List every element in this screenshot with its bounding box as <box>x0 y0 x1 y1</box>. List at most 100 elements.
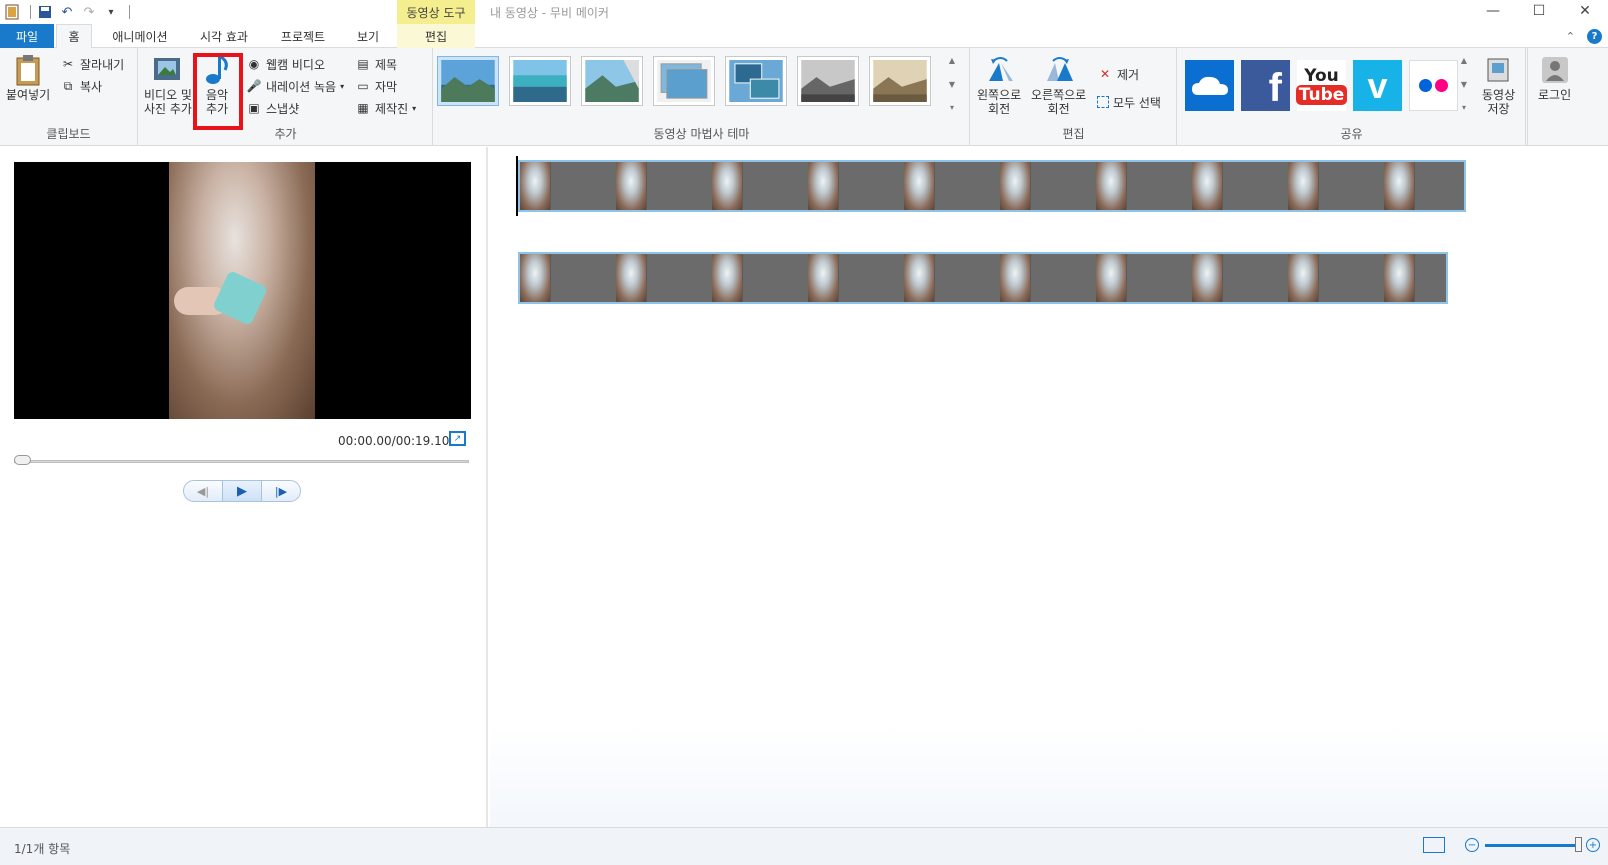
clip-frame <box>712 162 808 210</box>
redo-icon[interactable]: ↷ <box>81 4 97 20</box>
youtube-icon[interactable]: You Tube <box>1295 60 1348 111</box>
add-video-line1: 비디오 및 <box>144 88 192 102</box>
previous-frame-icon[interactable]: ◀| <box>184 481 222 501</box>
seek-bar[interactable] <box>14 460 469 463</box>
zoom-out-icon[interactable]: − <box>1465 838 1479 852</box>
tab-visual-effects[interactable]: 시각 효과 <box>188 24 260 48</box>
frame-thumbnail <box>712 254 742 302</box>
customize-qat-icon[interactable]: ▾ <box>103 4 119 20</box>
frame-spacer <box>838 254 904 302</box>
tab-animation[interactable]: 애니메이션 <box>100 24 180 48</box>
clip-frame <box>904 254 1000 302</box>
tab-project[interactable]: 프로젝트 <box>268 24 338 48</box>
youtube-text-bottom: Tube <box>1295 84 1348 105</box>
theme-thumbnail[interactable] <box>437 56 499 106</box>
rotate-right-line1: 오른쪽으로 <box>1031 88 1087 102</box>
video-clip-track[interactable] <box>518 160 1466 212</box>
share-more-icon[interactable]: ▾ <box>1462 103 1466 112</box>
tab-home[interactable]: 홈 <box>56 24 92 49</box>
minimize-icon[interactable]: — <box>1470 0 1516 22</box>
credits-label: 제작진 <box>375 101 409 116</box>
fullscreen-icon[interactable]: ↗ <box>449 431 466 446</box>
app-film-icon[interactable] <box>4 4 20 20</box>
login-button[interactable]: 로그인 <box>1538 54 1571 102</box>
onedrive-icon[interactable] <box>1185 60 1234 111</box>
record-narration-button[interactable]: 🎤 내레이션 녹음 ▾ <box>246 76 345 96</box>
clip-frame <box>616 254 712 302</box>
theme-thumbnail[interactable] <box>797 56 859 106</box>
seek-thumb[interactable] <box>14 455 31 465</box>
snapshot-button[interactable]: ▣ 스냅샷 <box>246 98 299 118</box>
group-clipboard: 붙여넣기 ✂ 잘라내기 ⧉ 복사 클립보드 <box>0 48 138 146</box>
theme-thumbnail[interactable] <box>653 56 715 106</box>
remove-button[interactable]: ✕ 제거 <box>1097 64 1139 84</box>
zoom-slider[interactable] <box>1485 836 1582 852</box>
frame-spacer <box>1030 162 1096 210</box>
theme-thumbnail[interactable] <box>869 56 931 106</box>
zoom-thumb[interactable] <box>1575 836 1582 852</box>
frame-spacer <box>1414 162 1464 210</box>
theme-thumbnail[interactable] <box>509 56 571 106</box>
title-label: 제목 <box>375 57 398 72</box>
vimeo-icon[interactable]: v <box>1353 60 1402 111</box>
collapse-ribbon-icon[interactable]: ⌃ <box>1566 30 1575 43</box>
flickr-pink-dot <box>1435 79 1448 92</box>
youtube-text-top: You <box>1304 65 1339 86</box>
undo-icon[interactable]: ↶ <box>59 4 75 20</box>
frame-thumbnail <box>1288 254 1318 302</box>
save-icon[interactable] <box>37 4 53 20</box>
theme-thumbnail[interactable] <box>725 56 787 106</box>
cut-button[interactable]: ✂ 잘라내기 <box>60 54 124 74</box>
tab-view[interactable]: 보기 <box>346 24 390 48</box>
save-movie-line2: 저장 <box>1487 102 1510 116</box>
tab-edit[interactable]: 편집 <box>397 24 475 48</box>
clip-frame <box>712 254 808 302</box>
play-icon[interactable]: ▶ <box>222 481 262 501</box>
video-preview[interactable] <box>14 162 471 419</box>
group-label: 공유 <box>1340 127 1363 141</box>
group-editing: 왼쪽으로 회전 오른쪽으로 회전 ✕ 제거 모두 선택 편집 <box>971 48 1177 146</box>
maximize-icon[interactable]: ☐ <box>1516 0 1562 22</box>
copy-button[interactable]: ⧉ 복사 <box>60 76 102 96</box>
scroll-up-icon[interactable]: ▲ <box>949 56 955 65</box>
flickr-icon[interactable] <box>1409 60 1458 111</box>
chevron-down-icon: ▾ <box>412 103 417 113</box>
thumbnail-size-icon[interactable] <box>1423 837 1445 853</box>
rotate-left-button[interactable]: 왼쪽으로 회전 <box>977 54 1021 116</box>
clip-frame <box>1096 162 1192 210</box>
frame-thumbnail <box>904 254 934 302</box>
caption-button[interactable]: ▭ 자막 <box>355 76 397 96</box>
zoom-in-icon[interactable]: + <box>1586 838 1600 852</box>
rotate-left-line2: 회전 <box>988 102 1011 116</box>
select-all-button[interactable]: 모두 선택 <box>1097 92 1161 112</box>
playhead[interactable] <box>516 156 518 216</box>
login-label: 로그인 <box>1538 88 1572 102</box>
clip-frame <box>808 162 904 210</box>
frame-thumbnail <box>808 162 838 210</box>
add-video-photo-button[interactable]: 비디오 및 사진 추가 <box>144 54 192 116</box>
scroll-up-icon[interactable]: ▲ <box>1461 56 1467 65</box>
theme-thumbnail[interactable] <box>581 56 643 106</box>
save-movie-button[interactable]: 동영상 저장 <box>1482 54 1515 116</box>
webcam-video-button[interactable]: ◉ 웹캠 비디오 <box>246 54 325 74</box>
highlight-box <box>193 53 243 130</box>
rotate-right-button[interactable]: 오른쪽으로 회전 <box>1031 54 1086 116</box>
save-movie-icon <box>1483 54 1515 86</box>
scroll-down-icon[interactable]: ▼ <box>1461 80 1467 89</box>
gallery-more-icon[interactable]: ▾ <box>950 103 954 112</box>
scroll-down-icon[interactable]: ▼ <box>949 80 955 89</box>
next-frame-icon[interactable]: |▶ <box>262 481 300 501</box>
tab-file[interactable]: 파일 <box>0 24 54 48</box>
close-icon[interactable]: ✕ <box>1562 0 1608 22</box>
help-icon[interactable]: ? <box>1587 29 1602 44</box>
frame-spacer <box>1222 254 1288 302</box>
webcam-label: 웹캠 비디오 <box>266 57 326 72</box>
facebook-icon[interactable]: f <box>1241 60 1290 111</box>
copy-icon: ⧉ <box>63 78 73 93</box>
title-button[interactable]: ▤ 제목 <box>355 54 397 74</box>
credits-button[interactable]: ▦ 제작진 ▾ <box>355 98 416 118</box>
paste-button[interactable]: 붙여넣기 <box>6 54 50 102</box>
clip-frame <box>1000 254 1096 302</box>
music-clip-track[interactable] <box>518 252 1448 304</box>
narration-label: 내레이션 녹음 <box>266 79 337 94</box>
